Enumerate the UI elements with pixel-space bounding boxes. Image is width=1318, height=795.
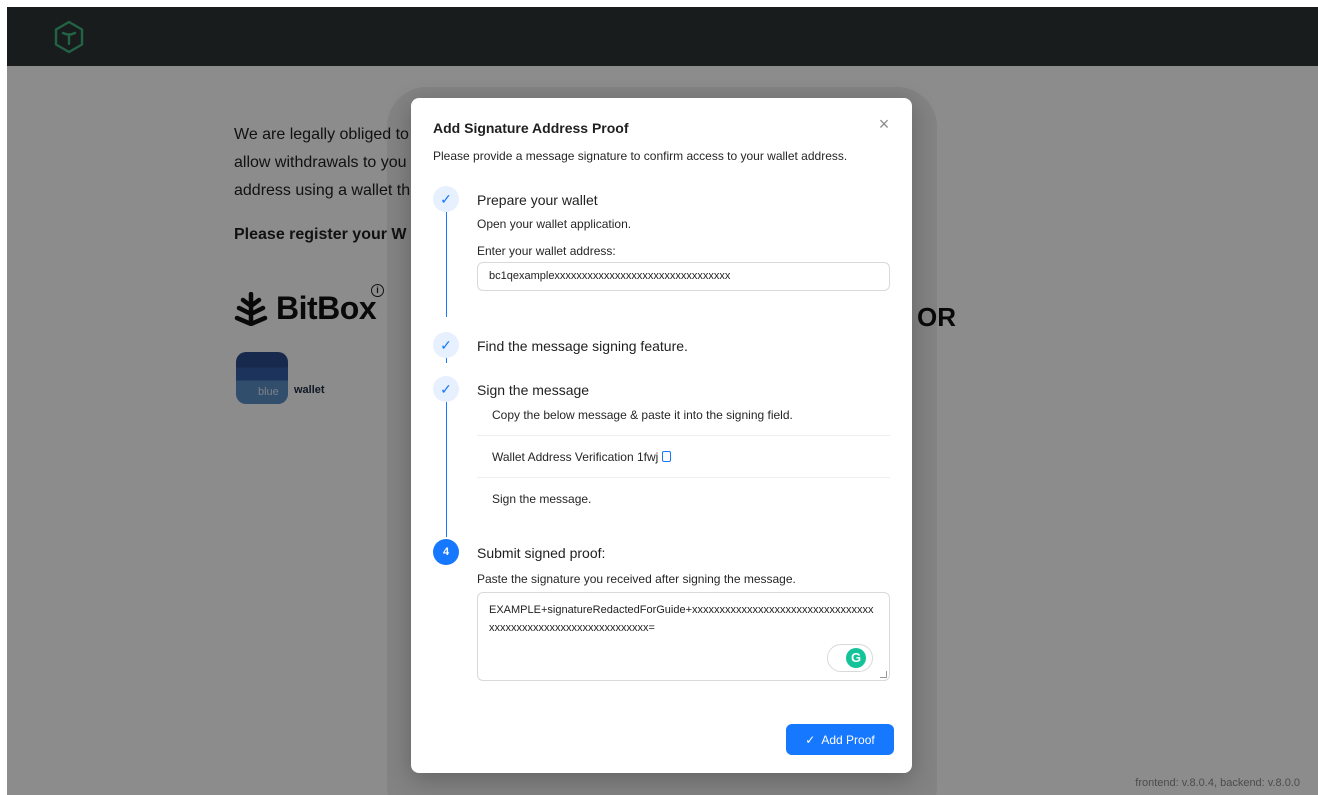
verification-message: Wallet Address Verification 1fwj <box>492 449 659 464</box>
copy-icon[interactable] <box>662 451 672 462</box>
close-icon[interactable]: × <box>874 114 894 134</box>
step-done-icon: ✓ <box>433 186 459 212</box>
grammarly-widget[interactable]: G <box>827 644 873 672</box>
list-item-text: Copy the below message & paste it into t… <box>492 407 793 422</box>
step-text: Paste the signature you received after s… <box>477 572 796 586</box>
signature-textarea[interactable]: EXAMPLE+signatureRedactedForGuide+xxxxxx… <box>477 592 890 681</box>
list-item: Copy the below message & paste it into t… <box>477 394 890 436</box>
list-item-text: Sign the message. <box>492 492 592 506</box>
list-item: Sign the message. <box>477 478 890 520</box>
app-window: We are legally obliged to allow withdraw… <box>7 7 1318 795</box>
signature-value: EXAMPLE+signatureRedactedForGuide+xxxxxx… <box>489 604 874 634</box>
check-icon: ✓ <box>805 732 816 747</box>
add-proof-button[interactable]: ✓ Add Proof <box>786 724 894 755</box>
step-done-icon: ✓ <box>433 376 459 402</box>
step-connector <box>446 212 447 317</box>
dialog-title: Add Signature Address Proof <box>433 120 629 136</box>
dialog-description: Please provide a message signature to co… <box>433 149 848 163</box>
wallet-address-input[interactable]: bc1qexamplexxxxxxxxxxxxxxxxxxxxxxxxxxxxx… <box>477 262 890 291</box>
list-item: Wallet Address Verification 1fwj <box>477 436 890 478</box>
step-done-icon: ✓ <box>433 332 459 358</box>
sign-message-list: Copy the below message & paste it into t… <box>477 394 890 520</box>
address-label: Enter your wallet address: <box>477 244 616 258</box>
step-connector <box>446 402 447 537</box>
step-title: Prepare your wallet <box>477 192 598 208</box>
step-title: Find the message signing feature. <box>477 338 688 354</box>
step-text: Open your wallet application. <box>477 217 632 231</box>
grammarly-icon: G <box>846 648 866 668</box>
step-title: Submit signed proof: <box>477 545 606 561</box>
step-number-icon: 4 <box>433 539 459 565</box>
add-proof-label: Add Proof <box>821 732 875 747</box>
resize-handle-icon[interactable] <box>880 671 887 678</box>
add-signature-proof-dialog: Add Signature Address Proof × Please pro… <box>411 98 912 773</box>
